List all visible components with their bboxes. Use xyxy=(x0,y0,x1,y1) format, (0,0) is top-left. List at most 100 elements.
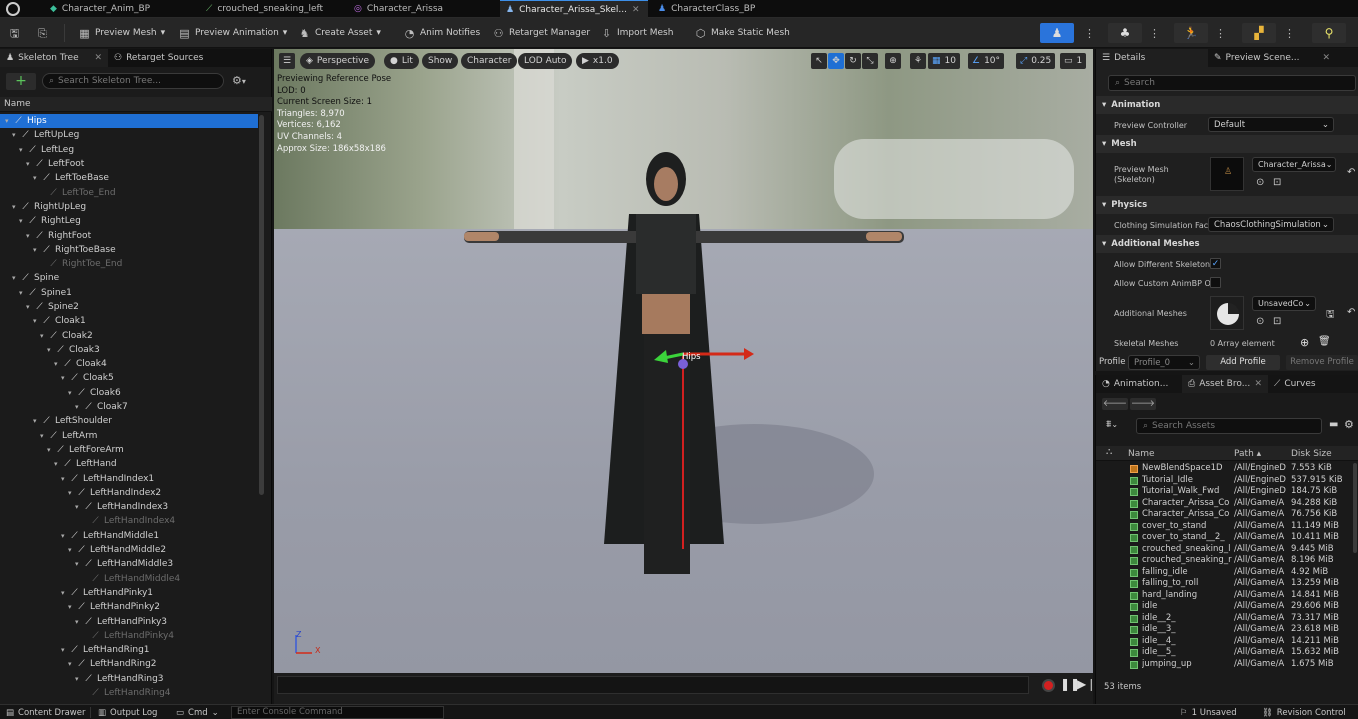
scale-snap-button[interactable]: ⤢ 0.25 xyxy=(1016,53,1056,69)
scale-mode-icon[interactable]: ⤡ xyxy=(862,53,878,69)
skeleton-search-input[interactable]: ⌕ Search Skeleton Tree... xyxy=(42,73,224,89)
tab-character-arissa-skeleton[interactable]: ♟ Character_Arissa_Skel... ✕ xyxy=(500,0,648,18)
close-icon[interactable]: ✕ xyxy=(94,53,102,63)
skeleton-mode-button[interactable]: ♟ xyxy=(1040,23,1074,43)
tree-toggle-icon[interactable]: ⛬ xyxy=(1106,447,1112,457)
preview-animation-button[interactable]: ▤ Preview Animation ▾ xyxy=(178,25,287,41)
expand-caret-icon[interactable]: ▾ xyxy=(47,446,55,454)
expand-caret-icon[interactable]: ▾ xyxy=(54,360,62,368)
asset-scrollbar[interactable] xyxy=(1353,463,1357,553)
bone-row[interactable]: ▾ ⟋ Cloak2 xyxy=(0,328,258,342)
tab-preview-scene[interactable]: ✎ Preview Scene... ✕ xyxy=(1208,49,1336,67)
section-animation[interactable]: ▾ Animation xyxy=(1096,96,1358,114)
rotation-snap-button[interactable]: ∠ 10° xyxy=(968,53,1005,69)
bone-row[interactable]: ▾ ⟋ LeftHand xyxy=(0,457,258,471)
tab-curves[interactable]: ⟋ Curves xyxy=(1268,375,1322,393)
expand-caret-icon[interactable]: ▾ xyxy=(19,289,27,297)
bone-row[interactable]: ▾ ⟋ Cloak6 xyxy=(0,386,258,400)
more-options-icon[interactable]: ⋮ xyxy=(1214,25,1227,41)
expand-caret-icon[interactable]: ▾ xyxy=(12,203,20,211)
more-options-icon[interactable]: ⋮ xyxy=(1148,25,1161,41)
asset-row[interactable]: Tutorial_Idle/All/EngineD 537.915 KiB xyxy=(1096,475,1354,487)
browse-icon[interactable]: ⎘ xyxy=(36,25,49,41)
expand-caret-icon[interactable]: ▾ xyxy=(33,417,41,425)
expand-caret-icon[interactable]: ▾ xyxy=(75,403,83,411)
output-log-button[interactable]: ▥ Output Log xyxy=(98,706,157,719)
expand-caret-icon[interactable]: ▾ xyxy=(19,217,27,225)
tab-crouched-sneaking-left[interactable]: ⟋ crouched_sneaking_left xyxy=(200,0,336,18)
section-physics[interactable]: ▾ Physics xyxy=(1096,196,1358,214)
asset-row[interactable]: crouched_sneaking_l/All/Game/A 9.445 MiB xyxy=(1096,544,1354,556)
retarget-manager-button[interactable]: ⚇ Retarget Manager xyxy=(492,25,591,41)
bone-row[interactable]: ▾ ⟋ Cloak3 xyxy=(0,343,258,357)
preview-mesh-select[interactable]: Character_Arissa ⌄ xyxy=(1252,157,1336,172)
physics-mode-button[interactable]: ⚲ xyxy=(1312,23,1346,43)
bone-row[interactable]: ▾ ⟋ LeftHandPinky3 xyxy=(0,614,258,628)
remove-profile-button[interactable]: Remove Profile xyxy=(1286,355,1358,370)
record-button[interactable] xyxy=(1042,679,1055,692)
asset-row[interactable]: idle__5_ /All/Game/A 15.632 MiB xyxy=(1096,647,1354,659)
asset-row[interactable]: cover_to_stand__2_ /All/Game/A 10.411 MiB xyxy=(1096,532,1354,544)
close-icon[interactable]: ✕ xyxy=(1322,53,1330,63)
delete-icon[interactable]: 🗑 xyxy=(1318,336,1331,347)
asset-row[interactable]: Tutorial_Walk_Fwd/All/EngineD 184.75 KiB xyxy=(1096,486,1354,498)
details-search-input[interactable]: ⌕ Search xyxy=(1108,75,1356,91)
bone-row[interactable]: ▾ ⟋ LeftArm xyxy=(0,429,258,443)
asset-search-input[interactable]: ⌕ Search Assets xyxy=(1136,418,1322,434)
lod-button[interactable]: LOD Auto xyxy=(518,53,573,69)
expand-caret-icon[interactable]: ▾ xyxy=(19,146,27,154)
expand-caret-icon[interactable]: ▾ xyxy=(75,675,83,683)
reset-arrow-icon[interactable]: ↶ xyxy=(1347,307,1355,318)
expand-caret-icon[interactable]: ▾ xyxy=(61,374,69,382)
tab-asset-browser[interactable]: ⎙ Asset Bro... ✕ xyxy=(1182,375,1268,393)
playback-speed-button[interactable]: ▶ x1.0 xyxy=(576,53,619,69)
expand-caret-icon[interactable]: ▾ xyxy=(5,117,13,125)
add-profile-button[interactable]: Add Profile xyxy=(1206,355,1280,370)
bone-row[interactable]: ▾ ⟋ LeftHandRing2 xyxy=(0,657,258,671)
add-bone-button[interactable]: + xyxy=(6,73,36,90)
asset-row[interactable]: idle__4_ /All/Game/A 14.211 MiB xyxy=(1096,636,1354,648)
tab-skeleton-tree[interactable]: ♟ Skeleton Tree ✕ xyxy=(0,49,108,67)
console-input[interactable]: Enter Console Command xyxy=(231,706,444,719)
expand-caret-icon[interactable]: ▾ xyxy=(68,489,76,497)
bone-row[interactable]: ▾ ⟋ RightUpLeg xyxy=(0,200,258,214)
bone-row[interactable]: ⟋ LeftHandMiddle4 xyxy=(0,572,258,586)
expand-caret-icon[interactable]: ▾ xyxy=(68,389,76,397)
bone-row[interactable]: ▾ ⟋ LeftHandPinky1 xyxy=(0,586,258,600)
translate-mode-icon[interactable]: ✥ xyxy=(828,53,844,69)
asset-row[interactable]: idle/All/Game/A 29.606 MiB xyxy=(1096,601,1354,613)
expand-caret-icon[interactable]: ▾ xyxy=(68,660,76,668)
bone-row[interactable]: ▾ ⟋ LeftHandIndex3 xyxy=(0,500,258,514)
bone-row[interactable]: ▾ ⟋ LeftFoot xyxy=(0,157,258,171)
grid-snap-button[interactable]: ▦ 10 xyxy=(928,53,960,69)
bone-row[interactable]: ▾ ⟋ LeftShoulder xyxy=(0,414,258,428)
expand-caret-icon[interactable]: ▾ xyxy=(75,618,83,626)
import-mesh-button[interactable]: ⇩ Import Mesh xyxy=(600,25,674,41)
asset-row[interactable]: crouched_sneaking_r/All/Game/A 8.196 MiB xyxy=(1096,555,1354,567)
column-disk-size[interactable]: Disk Size xyxy=(1291,449,1332,459)
bone-row[interactable]: ▾ ⟋ LeftHandPinky2 xyxy=(0,600,258,614)
asset-row[interactable]: Character_Arissa_Co/All/Game/A 94.288 KiB xyxy=(1096,498,1354,510)
tab-details[interactable]: ☰ Details xyxy=(1096,49,1208,67)
tab-animation[interactable]: ◔ Animation... xyxy=(1096,375,1182,393)
mesh-mode-button[interactable]: ♣ xyxy=(1108,23,1142,43)
expand-caret-icon[interactable]: ▾ xyxy=(33,317,41,325)
bone-row[interactable]: ▾ ⟋ Spine2 xyxy=(0,300,258,314)
expand-caret-icon[interactable]: ▾ xyxy=(68,546,76,554)
lit-button[interactable]: ● Lit xyxy=(384,53,419,69)
character-mesh[interactable] xyxy=(454,144,914,584)
allow-custom-animbp-checkbox[interactable] xyxy=(1210,277,1221,288)
bone-row[interactable]: ▾ ⟋ Cloak1 xyxy=(0,314,258,328)
browse-folder-icon[interactable]: ⊡ xyxy=(1273,177,1281,188)
bone-row[interactable]: ▾ ⟋ RightToeBase xyxy=(0,243,258,257)
expand-caret-icon[interactable]: ▾ xyxy=(40,332,48,340)
bone-row[interactable]: ▾ ⟋ LeftHandMiddle2 xyxy=(0,543,258,557)
expand-caret-icon[interactable]: ▾ xyxy=(68,603,76,611)
expand-caret-icon[interactable]: ▾ xyxy=(26,303,34,311)
browse-folder-icon[interactable]: ⊡ xyxy=(1273,316,1281,327)
additional-meshes-thumbnail[interactable] xyxy=(1210,296,1244,330)
bone-row[interactable]: ▾ ⟋ LeftHandRing1 xyxy=(0,643,258,657)
gear-icon[interactable]: ⚙ xyxy=(1344,418,1354,431)
cmd-button[interactable]: ▭ Cmd ⌄ xyxy=(176,706,219,719)
select-mode-icon[interactable]: ↖ xyxy=(811,53,827,69)
